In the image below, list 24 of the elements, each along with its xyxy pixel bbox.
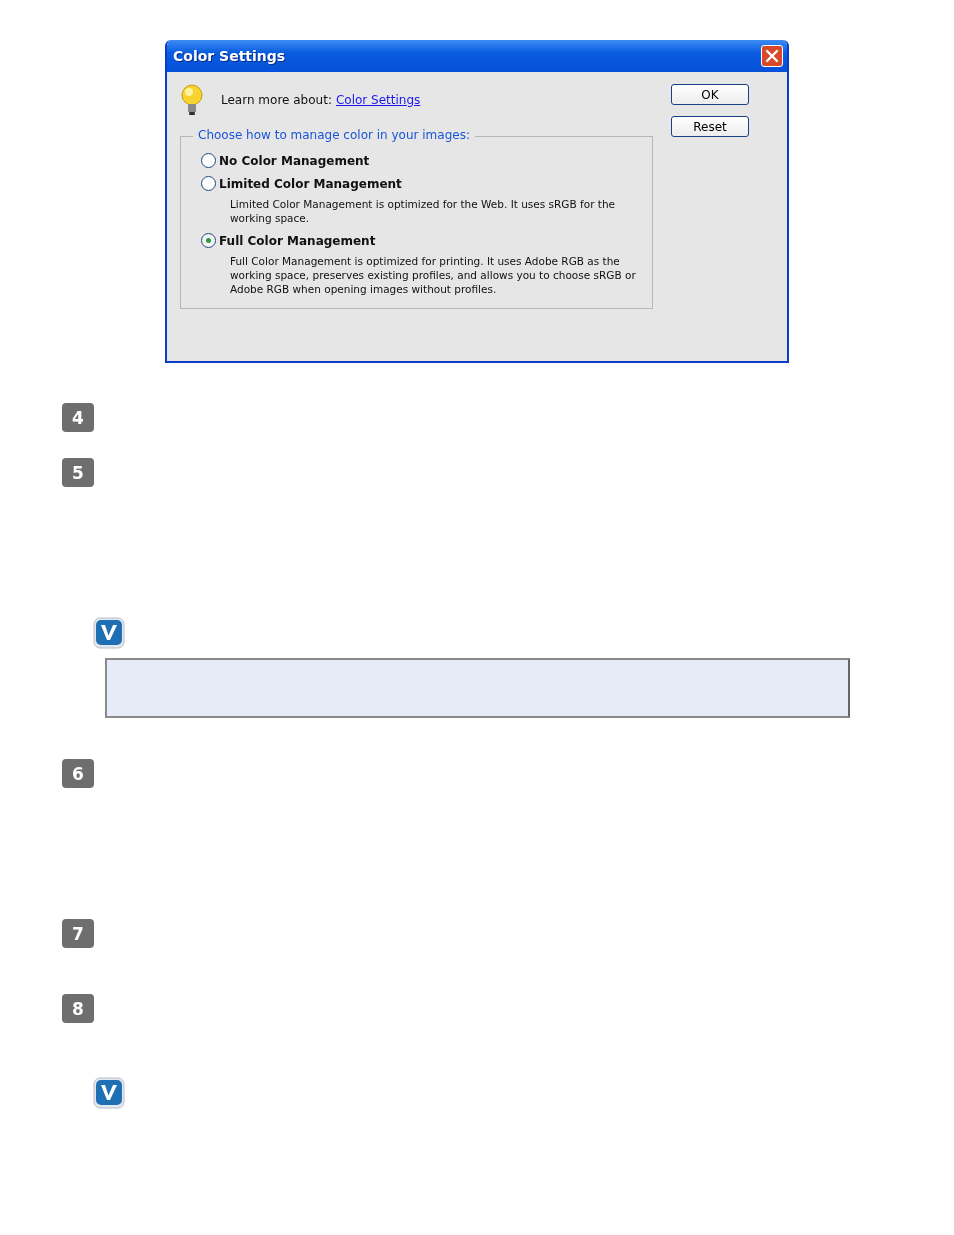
check-note-icon	[93, 1077, 125, 1109]
option-description: Full Color Management is optimized for printing. It uses Adobe RGB as the working space, preserves existing profiles, and allows you to choose sRGB or Adobe RGB when opening images without profiles.	[230, 254, 637, 296]
step-number: 4	[62, 403, 94, 432]
dialog-button[interactable]: Reset	[671, 116, 749, 137]
step-number: 6	[62, 759, 94, 788]
light-bulb-icon	[179, 83, 205, 117]
radio-button[interactable]	[201, 233, 216, 248]
color-settings-link[interactable]: Color Settings	[335, 93, 421, 107]
step-number: 5	[62, 458, 94, 487]
dialog-button[interactable]: OK	[671, 84, 749, 105]
close-icon	[765, 49, 779, 63]
learn-more-label: Learn more about:	[221, 93, 332, 107]
radio-button[interactable]	[201, 176, 216, 191]
check-note-icon	[93, 617, 125, 649]
group-label: Choose how to manage color in your images:	[193, 128, 475, 142]
option-description: Limited Color Management is optimized for the Web. It uses sRGB for the working space.	[230, 197, 617, 225]
option-label: Full Color Management	[219, 233, 376, 248]
close-button[interactable]	[761, 45, 783, 67]
radio-button[interactable]	[201, 153, 216, 168]
step-number: 7	[62, 919, 94, 948]
step-number: 8	[62, 994, 94, 1023]
option-label: Limited Color Management	[219, 176, 402, 191]
option-label: No Color Management	[219, 153, 370, 168]
window-title: Color Settings	[173, 48, 286, 64]
